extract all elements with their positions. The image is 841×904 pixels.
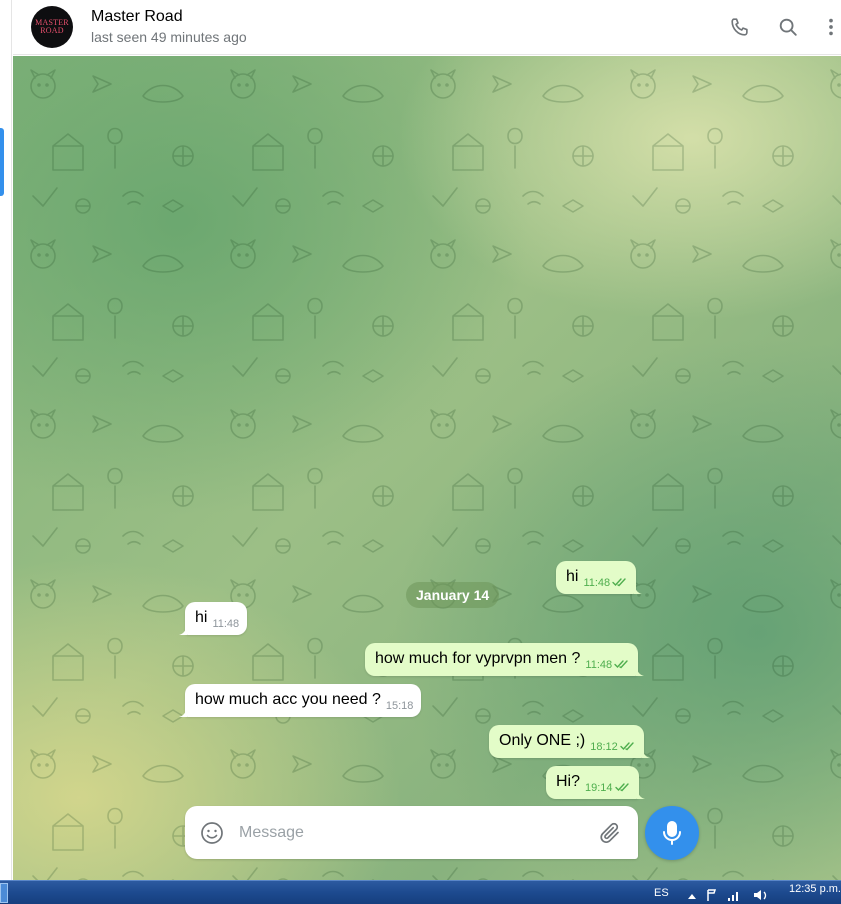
system-tray-icons[interactable] xyxy=(684,887,774,903)
bubble-tail xyxy=(641,748,650,758)
voice-message-button[interactable] xyxy=(645,806,699,860)
chat-title[interactable]: Master Road xyxy=(91,8,183,26)
flag-icon[interactable] xyxy=(707,889,717,901)
emoji-button[interactable] xyxy=(200,821,224,845)
system-clock[interactable]: 12:35 p.m. xyxy=(789,883,841,895)
microphone-icon xyxy=(663,821,681,845)
message-text: hi xyxy=(566,568,579,585)
message-input[interactable] xyxy=(239,820,579,846)
bubble-tail xyxy=(636,789,645,799)
message-bubble-outgoing[interactable]: how much for vyprvpn men ? 11:48 xyxy=(365,643,645,676)
bubble-tail xyxy=(634,584,643,594)
phone-icon xyxy=(731,18,748,36)
message-composer[interactable] xyxy=(185,806,638,859)
double-check-icon xyxy=(612,578,626,587)
message-text: how much for vyprvpn men ? xyxy=(375,650,581,667)
message-time: 19:14 xyxy=(585,782,613,794)
message-time: 11:48 xyxy=(585,659,613,671)
network-icon[interactable] xyxy=(728,892,738,901)
message-bubble-outgoing[interactable]: Hi? 19:14 xyxy=(546,766,645,799)
more-options-button[interactable] xyxy=(821,12,841,42)
message-bubble-incoming[interactable]: hi 11:48 xyxy=(179,602,248,635)
bubble-tail xyxy=(179,625,187,635)
left-sidebar-strip xyxy=(0,0,12,880)
date-separator: January 14 xyxy=(406,582,500,608)
message-text: Only ONE ;) xyxy=(499,732,586,749)
doodle-pattern xyxy=(13,56,841,880)
message-time: 15:18 xyxy=(385,700,414,712)
message-time: 18:12 xyxy=(590,741,618,753)
avatar-logo-text: MASTER ROAD xyxy=(35,18,69,35)
message-text: Hi? xyxy=(556,773,581,790)
volume-icon[interactable] xyxy=(754,890,761,900)
language-indicator[interactable]: ES xyxy=(654,887,669,899)
start-button-edge[interactable] xyxy=(0,883,8,903)
chat-status: last seen 49 minutes ago xyxy=(91,29,247,45)
message-bubble-incoming[interactable]: how much acc you need ? 15:18 xyxy=(179,684,422,717)
double-check-icon xyxy=(620,742,634,751)
message-bubble-outgoing[interactable]: Only ONE ;) 18:12 xyxy=(489,725,650,758)
tray-expand-icon[interactable] xyxy=(688,894,696,899)
message-text: hi xyxy=(195,609,208,626)
chat-header[interactable]: MASTER ROAD Master Road last seen 49 min… xyxy=(13,0,841,55)
active-chat-indicator xyxy=(0,128,4,196)
search-button[interactable] xyxy=(773,12,803,42)
bubble-tail xyxy=(636,666,645,676)
message-bubble-outgoing[interactable]: hi 11:48 xyxy=(556,561,643,594)
message-text: how much acc you need ? xyxy=(195,691,381,708)
message-time: 11:48 xyxy=(583,577,611,589)
chat-background[interactable]: January 14 hi 11:48 hi 11:48 how much for … xyxy=(13,56,841,880)
message-time: 11:48 xyxy=(212,618,240,630)
search-icon xyxy=(779,18,797,36)
double-check-icon xyxy=(614,783,629,792)
bubble-tail xyxy=(179,707,187,717)
more-vertical-icon xyxy=(829,18,833,36)
attach-button[interactable] xyxy=(598,821,622,845)
smiley-icon xyxy=(201,822,223,844)
double-check-icon xyxy=(614,660,628,669)
os-taskbar: ES 12:35 p.m. xyxy=(0,880,841,904)
paperclip-icon xyxy=(600,822,619,843)
avatar[interactable]: MASTER ROAD xyxy=(31,6,73,48)
call-button[interactable] xyxy=(725,12,755,42)
